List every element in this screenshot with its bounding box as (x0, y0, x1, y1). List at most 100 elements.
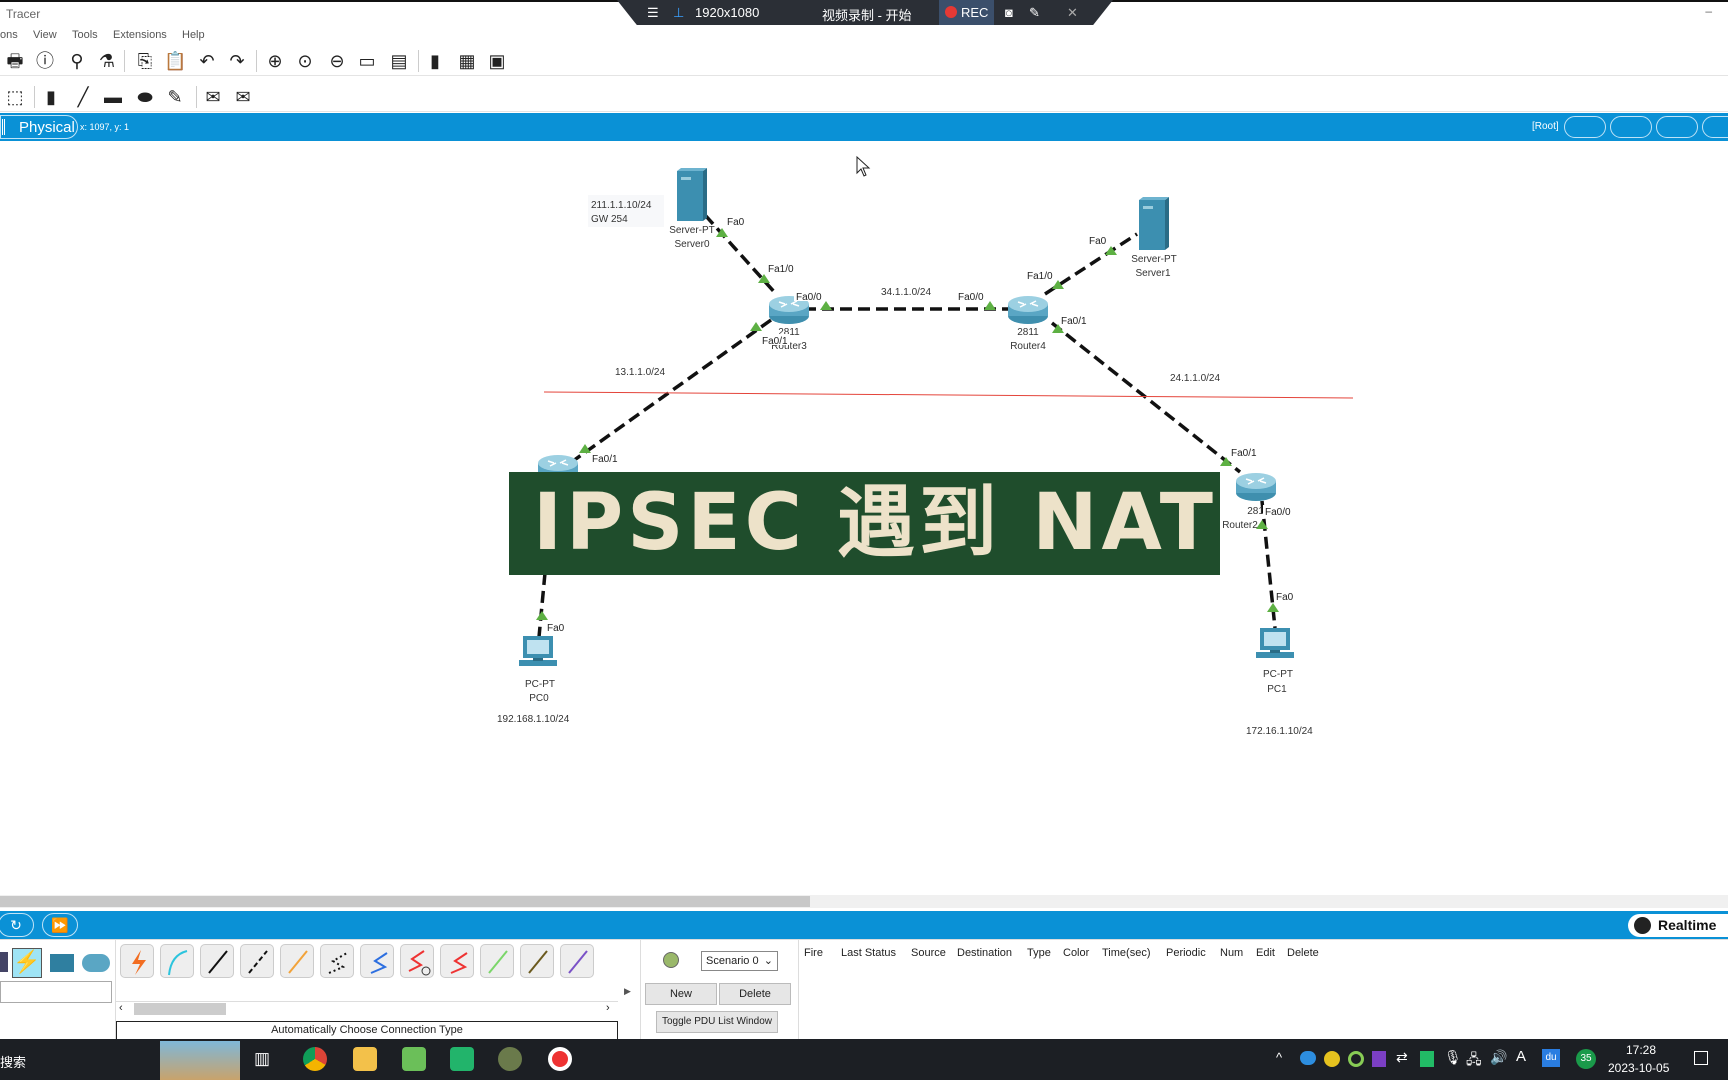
custom-device-icon[interactable]: ▤ (388, 50, 410, 72)
line-icon[interactable]: ╱ (72, 86, 94, 108)
file-explorer-icon[interactable] (353, 1047, 377, 1071)
complex-pdu-icon[interactable]: ✉ (232, 86, 254, 108)
editor-icon[interactable] (402, 1047, 426, 1071)
zoom-in-icon[interactable]: ⊕ (264, 50, 286, 72)
network-info-icon[interactable]: ⚲ (66, 50, 88, 72)
console-cable-icon[interactable] (160, 944, 194, 978)
server0-icon[interactable] (677, 168, 707, 221)
simple-pdu-icon[interactable]: ✉ (202, 86, 224, 108)
connection-scrollbar[interactable]: ‹ › (116, 1001, 618, 1015)
new-scenario-button[interactable]: New (645, 983, 717, 1005)
column-header[interactable]: Source (911, 947, 946, 959)
column-header[interactable]: Type (1027, 947, 1051, 959)
server1-icon[interactable] (1139, 197, 1169, 250)
undo-icon[interactable]: ↶ (196, 50, 218, 72)
paste-icon[interactable]: 📋 (164, 50, 186, 72)
packet-tracer-icon[interactable] (498, 1047, 522, 1071)
octal-cable-icon[interactable] (480, 944, 514, 978)
iot-cable-icon[interactable] (520, 944, 554, 978)
column-header[interactable]: Num (1220, 947, 1243, 959)
clock-date[interactable]: 2023-10-05 (1608, 1061, 1669, 1075)
delete-scenario-button[interactable]: Delete (719, 983, 791, 1005)
expand-arrow-icon[interactable]: ▶ (624, 986, 631, 997)
toggle-pdu-list-button[interactable]: Toggle PDU List Window (656, 1011, 778, 1033)
show-desktop-icon[interactable] (1694, 1051, 1708, 1065)
back-button[interactable] (1564, 116, 1606, 138)
menu-extensions[interactable]: Extensions (113, 29, 167, 41)
reset-icon[interactable]: ↻ (0, 913, 34, 937)
cluster-button[interactable] (1610, 116, 1652, 138)
transfer-icon[interactable]: ⇄ (1396, 1049, 1408, 1066)
clock-time[interactable]: 17:28 (1626, 1043, 1656, 1057)
menu-tools[interactable]: Tools (72, 29, 98, 41)
list-icon[interactable] (2, 119, 10, 135)
misc-icon[interactable] (50, 954, 74, 972)
tray-app-icon[interactable] (1348, 1051, 1364, 1067)
app-icon[interactable] (450, 1047, 474, 1071)
end-devices-icon[interactable] (0, 952, 8, 972)
column-header[interactable]: Time(sec) (1102, 947, 1150, 959)
device-search-field[interactable] (0, 981, 112, 1003)
menu-view[interactable]: View (33, 29, 57, 41)
menu-icon[interactable]: ☰ (647, 5, 659, 21)
column-header[interactable]: Periodic (1166, 947, 1206, 959)
router4-icon[interactable] (1007, 295, 1049, 325)
info-icon[interactable]: ⓘ (34, 50, 56, 72)
palette-icon[interactable]: ▭ (356, 50, 378, 72)
zoom-reset-icon[interactable]: ⊙ (294, 50, 316, 72)
rec-button[interactable]: REC (939, 0, 994, 25)
straight-cable-icon[interactable] (200, 944, 234, 978)
cluster-icon[interactable]: ▦ (456, 50, 478, 72)
network-icon[interactable]: 🖧 (1466, 1049, 1482, 1073)
column-header[interactable]: Edit (1256, 947, 1275, 959)
tab-physical[interactable]: Physical (0, 115, 78, 139)
fiber-cable-icon[interactable] (280, 944, 314, 978)
column-header[interactable]: Last Status (841, 947, 896, 959)
volume-icon[interactable]: 🔊 (1490, 1049, 1507, 1066)
usb-cable-icon[interactable] (560, 944, 594, 978)
input-method-icon[interactable]: A (1516, 1048, 1526, 1065)
column-header[interactable]: Color (1063, 947, 1089, 959)
pen-icon[interactable]: ✎ (1029, 5, 1040, 21)
chrome-icon[interactable] (303, 1047, 327, 1071)
tray-app-icon[interactable] (1420, 1051, 1434, 1067)
tray-app-icon[interactable] (1324, 1051, 1340, 1067)
phone-cable-icon[interactable] (320, 944, 354, 978)
minimize-button[interactable]: – (1705, 4, 1712, 18)
zoom-out-icon[interactable]: ⊖ (326, 50, 348, 72)
connections-icon[interactable]: ⚡ (12, 948, 42, 978)
serial-dce-cable-icon[interactable] (400, 944, 434, 978)
camera-icon[interactable]: ◙ (1005, 5, 1013, 20)
task-view-icon[interactable]: ▥ (254, 1049, 270, 1069)
fast-forward-icon[interactable]: ⏩ (42, 913, 78, 937)
recorder-icon[interactable] (548, 1047, 572, 1071)
copy-icon[interactable]: ⎘ (134, 50, 156, 72)
coaxial-cable-icon[interactable] (360, 944, 394, 978)
router2-icon[interactable] (1235, 472, 1277, 502)
serial-dte-cable-icon[interactable] (440, 944, 474, 978)
pdu-icon[interactable]: ▮ (424, 50, 446, 72)
pc0-icon[interactable] (519, 636, 557, 666)
wizard-icon[interactable]: ⚗ (96, 50, 118, 72)
column-header[interactable]: Delete (1287, 947, 1319, 959)
redo-icon[interactable]: ↷ (226, 50, 248, 72)
tray-chevron-icon[interactable]: ^ (1276, 1050, 1282, 1065)
cloud-icon[interactable] (1300, 1051, 1316, 1065)
freeform-icon[interactable]: ✎ (164, 86, 186, 108)
realtime-mode-button[interactable]: Realtime (1628, 914, 1728, 937)
menu-options[interactable]: ons (0, 29, 18, 41)
close-icon[interactable]: ✕ (1067, 5, 1078, 21)
auto-cable-icon[interactable] (120, 944, 154, 978)
onenote-icon[interactable] (1372, 1051, 1386, 1067)
move-button[interactable] (1656, 116, 1698, 138)
environment-button[interactable] (1702, 116, 1728, 138)
rectangle-icon[interactable]: ▬ (102, 86, 124, 108)
scenario-select[interactable]: Scenario 0 ⌄ (701, 951, 778, 971)
microphone-icon[interactable]: 🎙 (1444, 1049, 1462, 1066)
pin-icon[interactable]: ⊥ (673, 5, 684, 21)
ellipse-icon[interactable]: ⬬ (134, 86, 156, 108)
menu-help[interactable]: Help (182, 29, 205, 41)
column-header[interactable]: Destination (957, 947, 1012, 959)
cloud-icon[interactable] (82, 954, 110, 972)
select-icon[interactable]: ⬚ (4, 86, 26, 108)
